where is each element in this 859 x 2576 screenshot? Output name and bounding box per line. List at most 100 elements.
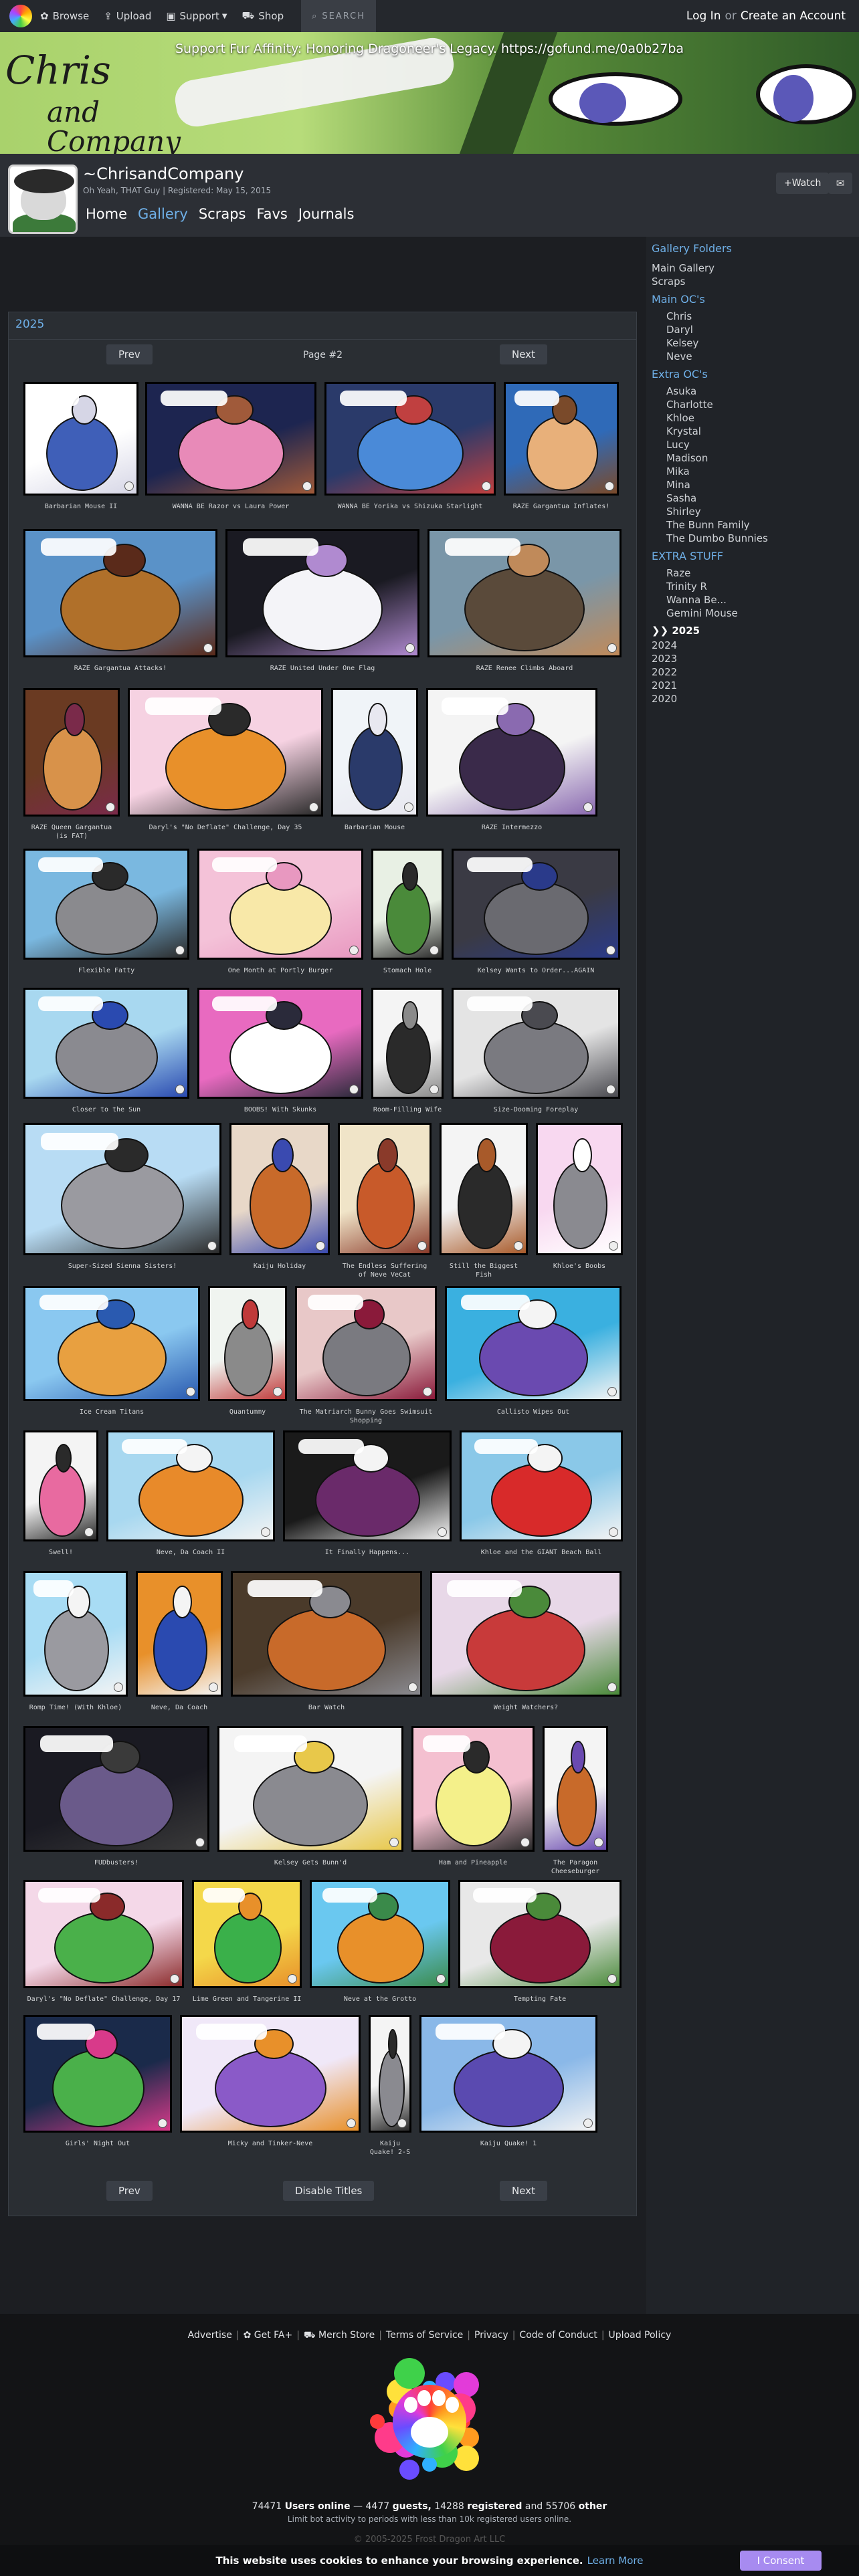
watch-button[interactable]: +Watch (776, 173, 830, 194)
disable-titles-button[interactable]: Disable Titles (283, 2181, 375, 2201)
tab-scraps[interactable]: Scraps (199, 206, 246, 222)
gallery-thumbnail[interactable] (371, 988, 444, 1099)
shop-link[interactable]: ⛟ Shop (242, 9, 284, 23)
thumbnail-title[interactable]: Kelsey Wants to Order...AGAIN (452, 966, 620, 975)
footer-link-3[interactable]: Terms of Service (386, 2330, 463, 2341)
gallery-thumbnail[interactable] (208, 1286, 287, 1401)
gallery-thumbnail[interactable] (23, 382, 138, 496)
gallery-thumbnail[interactable] (411, 1726, 535, 1852)
thumbnail-title[interactable]: Callisto Wipes Out (445, 1408, 622, 1416)
thumbnail-title[interactable]: RAZE United Under One Flag (225, 664, 419, 673)
next-button-bottom[interactable]: Next (500, 2181, 547, 2201)
thumbnail-title[interactable]: The Matriarch Bunny Goes Swimsuit Shoppi… (295, 1408, 437, 1425)
gallery-thumbnail[interactable] (324, 382, 496, 496)
gallery-thumbnail[interactable] (23, 529, 217, 657)
sidebar-item-main-oc[interactable]: Neve (666, 350, 692, 362)
footer-link-6[interactable]: Upload Policy (609, 2330, 672, 2341)
sidebar-item-extra-oc[interactable]: Mika (666, 465, 690, 477)
gallery-thumbnail[interactable] (331, 688, 418, 817)
gallery-thumbnail[interactable] (338, 1123, 432, 1255)
gallery-thumbnail[interactable] (225, 529, 419, 657)
sidebar-year[interactable]: 2022 (652, 666, 677, 678)
gallery-thumbnail[interactable] (106, 1430, 275, 1541)
gallery-thumbnail[interactable] (23, 2015, 172, 2133)
gallery-thumbnail[interactable] (426, 688, 597, 817)
username[interactable]: ~ChrisandCompany (83, 165, 244, 183)
footer-link-4[interactable]: Privacy (474, 2330, 508, 2341)
gallery-thumbnail[interactable] (369, 2015, 411, 2133)
prev-button-bottom[interactable]: Prev (106, 2181, 153, 2201)
thumbnail-title[interactable]: RAZE Gargantua Attacks! (23, 664, 217, 673)
gallery-thumbnail[interactable] (310, 1880, 450, 1988)
gallery-thumbnail[interactable] (23, 849, 189, 960)
thumbnail-title[interactable]: Lime Green and Tangerine II (192, 1995, 302, 2004)
sidebar-item-extra-oc[interactable]: Charlotte (666, 399, 713, 411)
gallery-thumbnail[interactable] (128, 688, 323, 817)
thumbnail-title[interactable]: One Month at Portly Burger (197, 966, 363, 975)
sidebar-item-extra-stuff[interactable]: Trinity R (666, 580, 707, 593)
thumbnail-title[interactable]: Swell! (23, 1548, 98, 1557)
sidebar-item-extra-stuff[interactable]: Gemini Mouse (666, 607, 738, 619)
gallery-thumbnail[interactable] (145, 382, 316, 496)
sidebar-year[interactable]: 2023 (652, 653, 677, 665)
login-link[interactable]: Log In (686, 9, 721, 23)
thumbnail-title[interactable]: Bar Watch (231, 1703, 422, 1712)
sidebar-item-extra-stuff[interactable]: Wanna Be... (666, 594, 727, 606)
gallery-thumbnail[interactable] (197, 988, 363, 1099)
sidebar-item-extra-oc[interactable]: Lucy (666, 439, 690, 451)
thumbnail-title[interactable]: Khloe and the GIANT Beach Ball (460, 1548, 623, 1557)
gallery-thumbnail[interactable] (452, 849, 620, 960)
gallery-thumbnail[interactable] (371, 849, 444, 960)
footer-link-0[interactable]: Advertise (188, 2330, 232, 2341)
thumbnail-title[interactable]: Barbarian Mouse (331, 823, 418, 832)
gallery-thumbnail[interactable] (295, 1286, 437, 1401)
envelope-icon[interactable]: ✉ (828, 173, 852, 194)
sidebar-item-extra-oc[interactable]: The Bunn Family (666, 519, 750, 531)
gallery-thumbnail[interactable] (458, 1880, 622, 1988)
sidebar-item-extra-oc[interactable]: Krystal (666, 425, 701, 437)
thumbnail-title[interactable]: Kaiju Quake! 2-S (369, 2139, 411, 2157)
learn-more-link[interactable]: Learn More (587, 2555, 644, 2567)
sidebar-item-extra-oc[interactable]: The Dumbo Bunnies (666, 532, 768, 544)
thumbnail-title[interactable]: Kelsey Gets Bunn'd (217, 1858, 403, 1867)
gallery-thumbnail[interactable] (197, 849, 363, 960)
thumbnail-title[interactable]: Weight Watchers? (430, 1703, 622, 1712)
sidebar-year-current[interactable]: ❯❯ 2025 (652, 625, 700, 637)
thumbnail-title[interactable]: BOOBS! With Skunks (197, 1105, 363, 1114)
gallery-thumbnail[interactable] (460, 1430, 623, 1541)
next-button[interactable]: Next (500, 344, 547, 364)
sidebar-year[interactable]: 2020 (652, 693, 677, 705)
sidebar-item-extra-oc[interactable]: Mina (666, 479, 690, 491)
fa-logo-icon[interactable] (9, 5, 32, 27)
tab-favs[interactable]: Favs (256, 206, 287, 222)
thumbnail-title[interactable]: RAZE Renee Climbs Aboard (427, 664, 622, 673)
footer-link-2[interactable]: Merch Store (318, 2330, 375, 2341)
thumbnail-title[interactable]: RAZE Intermezzo (426, 823, 597, 832)
gallery-thumbnail[interactable] (23, 1880, 184, 1988)
sidebar-year[interactable]: 2021 (652, 679, 677, 691)
gallery-thumbnail[interactable] (23, 988, 189, 1099)
sidebar-item-extra-oc[interactable]: Shirley (666, 506, 701, 518)
thumbnail-title[interactable]: Micky and Tinker-Neve (180, 2139, 361, 2148)
thumbnail-title[interactable]: Barbarian Mouse II (23, 502, 138, 511)
sidebar-item-extra-oc[interactable]: Khloe (666, 412, 694, 424)
sidebar-item-extra-oc[interactable]: Sasha (666, 492, 696, 504)
gallery-thumbnail[interactable] (229, 1123, 330, 1255)
avatar[interactable] (8, 165, 78, 234)
support-banner-text[interactable]: Support Fur Affinity: Honoring Dragoneer… (0, 41, 859, 56)
thumbnail-title[interactable]: Room-Filling Wife (371, 1105, 444, 1114)
thumbnail-title[interactable]: It Finally Happens... (283, 1548, 452, 1557)
footer-link-5[interactable]: Code of Conduct (519, 2330, 597, 2341)
upload-link[interactable]: ⇪ Upload (104, 10, 151, 22)
gallery-thumbnail[interactable] (231, 1571, 422, 1697)
gallery-thumbnail[interactable] (536, 1123, 623, 1255)
sidebar-item-extra-oc[interactable]: Madison (666, 452, 708, 464)
sidebar-item-0[interactable]: Main Gallery (652, 262, 714, 274)
thumbnail-title[interactable]: Romp Time! (With Khloe) (23, 1703, 128, 1712)
thumbnail-title[interactable]: Ham and Pineapple (411, 1858, 535, 1867)
browse-link[interactable]: ✿ Browse (40, 10, 89, 22)
sidebar-item-1[interactable]: Scraps (652, 276, 685, 288)
gallery-thumbnail[interactable] (419, 2015, 597, 2133)
gallery-thumbnail[interactable] (440, 1123, 528, 1255)
gallery-thumbnail[interactable] (445, 1286, 622, 1401)
